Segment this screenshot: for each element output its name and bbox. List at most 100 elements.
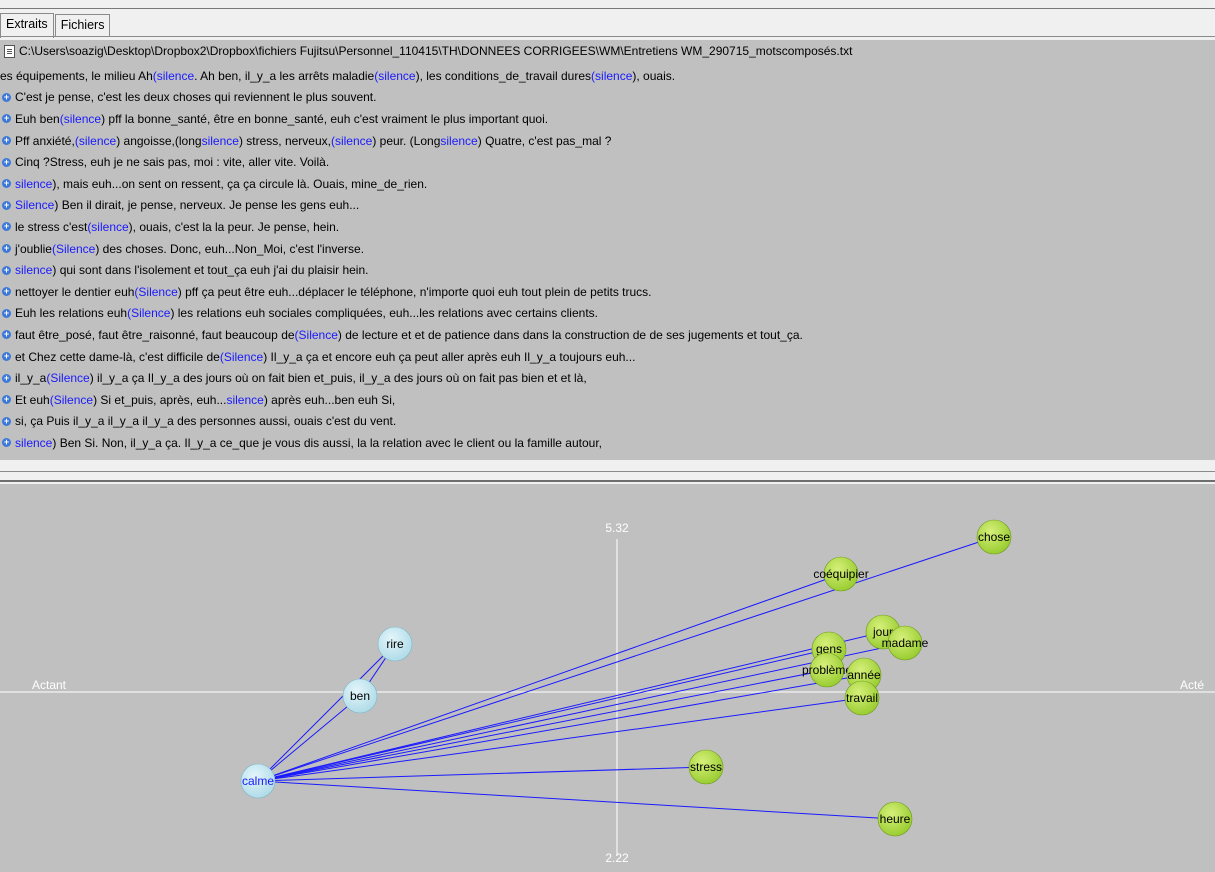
expand-icon[interactable]: + [2,265,11,275]
node-calme[interactable]: calme [240,763,276,799]
tab-extraits[interactable]: Extraits [0,13,54,38]
highlighted-word: (silence [74,133,117,148]
node-label: calme [242,774,274,788]
highlighted-word: (Silence [49,392,94,407]
extract-line[interactable]: + Silence) Ben il dirait, je pense, nerve… [0,195,803,217]
link-line [257,695,361,782]
extract-text: faut être_posé, faut être_raisonné, faut… [15,327,295,342]
highlighted-word: (Silence [134,284,178,299]
x-right-label: Acté [1180,678,1204,692]
extract-text: ) après euh...ben euh Si, [263,392,396,407]
highlighted-word: (silence [87,219,129,234]
node-ben[interactable]: ben [342,678,378,714]
expand-icon[interactable]: + [2,308,11,318]
expand-icon[interactable]: + [2,352,11,362]
extract-text: ) il_y_a ça Il_y_a des jours où on fait … [89,371,587,386]
extract-line[interactable]: + si, ça Puis il_y_a il_y_a il_y_a des p… [0,411,803,433]
node-label: ben [350,689,370,703]
expand-icon[interactable]: + [2,373,11,383]
node-chose[interactable]: chose [976,519,1012,555]
highlighted-word: (silence [374,68,416,83]
node-label: chose [978,530,1010,544]
graph-panel[interactable]: 5.32 2.22 Actant Acté chose coéquipier jour ma… [0,484,1215,872]
extract-line[interactable]: + Euh ben (silence) pff la bonne_santé, ê… [0,108,803,130]
expand-icon[interactable]: + [2,438,11,448]
highlighted-word: (Silence [219,349,264,364]
expand-icon[interactable]: + [2,287,11,297]
extract-line[interactable]: + Euh les relations euh (Silence) les rel… [0,303,803,325]
expand-icon[interactable]: + [2,244,11,254]
extract-line[interactable]: es équipements, le milieu Ah (silence. A… [0,65,803,87]
extract-text: ) Il_y_a ça et encore euh ça peut aller … [263,349,636,364]
expand-icon[interactable]: + [2,157,11,167]
node-rire[interactable]: rire [377,626,413,662]
node-problème[interactable]: problème [802,652,852,688]
highlighted-word: silence [15,263,53,278]
extract-text: ) peur. (Long [372,133,441,148]
expand-icon[interactable]: + [2,114,11,124]
highlighted-word: (Silence [127,306,171,321]
node-heure[interactable]: heure [877,801,913,837]
extract-text: ) Si et_puis, après, euh... [93,392,227,407]
extract-line[interactable]: + faut être_posé, faut être_raisonné, fa… [0,324,803,346]
node-coéquipier[interactable]: coéquipier [813,556,869,592]
expand-icon[interactable]: + [2,395,11,405]
file-path-row: C:\Users\soazig\Desktop\Dropbox2\Dropbox… [4,44,852,58]
highlighted-word: silence [226,392,264,407]
extract-line[interactable]: + il_y_a (Silence) il_y_a ça Il_y_a des j… [0,367,803,389]
y-top-label: 5.32 [605,521,629,535]
y-bottom-label: 2.22 [605,851,629,865]
extract-text: ) Quatre, c'est pas_mal ? [477,133,612,148]
highlighted-word: (Silence [46,371,90,386]
node-stress[interactable]: stress [688,749,724,785]
highlighted-word: silence [201,133,239,148]
extract-text: ) les relations euh sociales compliquées… [170,306,598,321]
extract-line[interactable]: + C'est je pense, c'est les deux choses q… [0,87,803,109]
highlighted-word: (Silence [51,241,96,256]
extract-text: il_y_a [15,371,47,386]
extract-line[interactable]: + Cinq ?Stress, euh je ne sais pas, moi :… [0,151,803,173]
tab-bar: Extraits Fichiers [0,13,111,38]
node-label: problème [802,663,852,677]
expand-icon[interactable]: + [2,136,11,146]
node-label: madame [882,636,929,650]
node-label: année [847,668,881,682]
panel-splitter[interactable] [0,466,1215,484]
extract-text: Euh les relations euh [15,306,128,321]
extract-line[interactable]: + Et euh (Silence) Si et_puis, après, euh… [0,389,803,411]
node-label: heure [880,812,911,826]
extract-line[interactable]: + silence) Ben Si. Non, il_y_a ça. Il_y_a… [0,432,803,454]
highlighted-word: silence [15,176,53,191]
tab-fichiers[interactable]: Fichiers [54,14,111,37]
extract-text: nettoyer le dentier euh [15,284,135,299]
link-line [257,573,842,782]
extract-text: ), les conditions_de_travail dures [415,68,592,83]
expand-icon[interactable]: + [2,416,11,426]
highlighted-word: silence [15,435,53,450]
extract-line[interactable]: + nettoyer le dentier euh (Silence) pff ç… [0,281,803,303]
link-line [257,697,863,782]
expand-icon[interactable]: + [2,200,11,210]
word-graph: 5.322.22Actant Acté chosecoéquipierjourma… [0,519,1215,865]
extracts-panel[interactable]: C:\Users\soazig\Desktop\Dropbox2\Dropbox… [0,40,1215,460]
extract-text: ), ouais, c'est la la peur. Je pense, he… [128,219,340,234]
extract-line[interactable]: + Pff anxiété, (silence) angoisse,(long si… [0,130,803,152]
highlighted-word: (silence [330,133,373,148]
extract-text: es équipements, le milieu Ah [0,68,153,83]
extract-text: Cinq ?Stress, euh je ne sais pas, moi : … [15,155,330,170]
extract-line[interactable]: + le stress c'est (silence), ouais, c'est… [0,216,803,238]
extract-line[interactable]: + silence) qui sont dans l'isolement et t… [0,259,803,281]
expand-icon[interactable]: + [2,92,11,102]
extract-text: et Chez cette dame-là, c'est difficile d… [15,349,220,364]
extract-line[interactable]: + silence), mais euh...on sent on ressent… [0,173,803,195]
extract-line[interactable]: + j'oublie (Silence) des choses. Donc, e… [0,238,803,260]
expand-icon[interactable]: + [2,179,11,189]
node-label: coéquipier [813,567,868,581]
highlighted-word: (silence [152,68,195,83]
extract-line[interactable]: + et Chez cette dame-là, c'est difficile… [0,346,803,368]
link-line [257,648,830,782]
node-travail[interactable]: travail [844,680,880,716]
expand-icon[interactable]: + [2,330,11,340]
expand-icon[interactable]: + [2,222,11,232]
extract-text: ) pff ça peut être euh...déplacer le tél… [177,284,652,299]
